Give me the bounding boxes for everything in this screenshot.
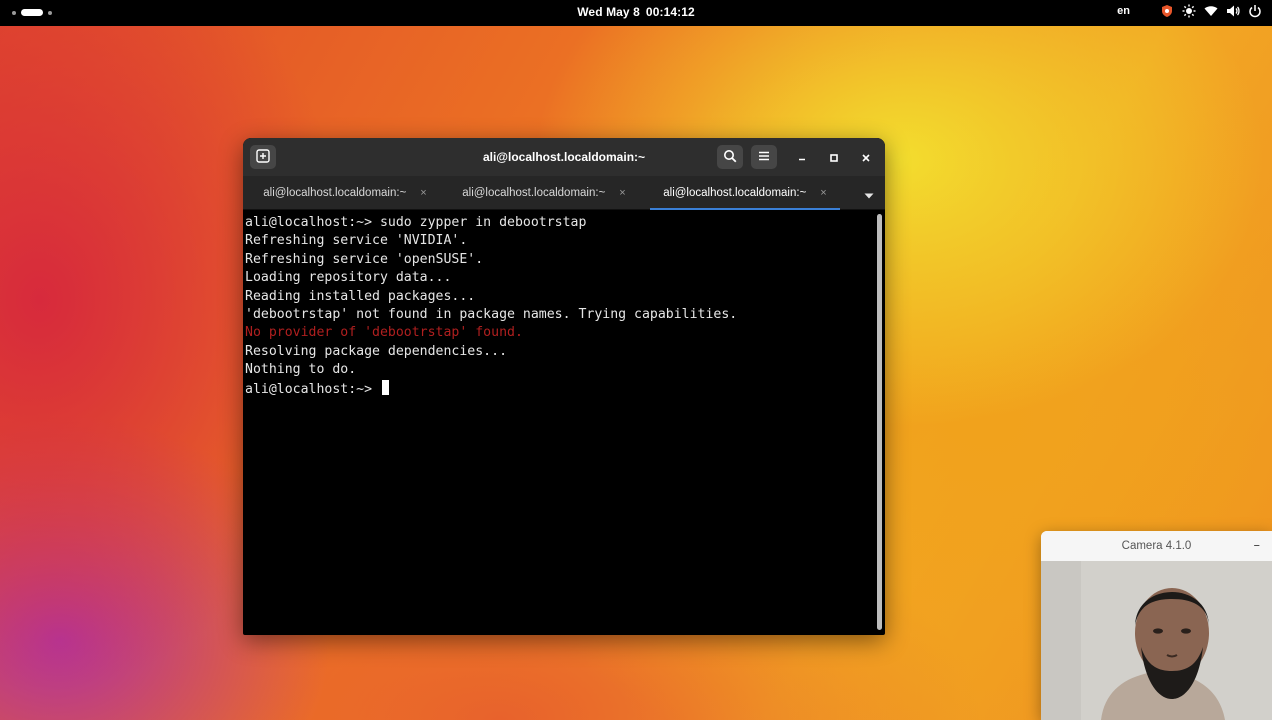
webcam-person-image — [1041, 561, 1272, 720]
terminal-prompt-line[interactable]: ali@localhost:~> — [245, 379, 883, 398]
terminal-window[interactable]: ali@localhost.localdomain:~ ali@localhos… — [243, 138, 885, 635]
terminal-line: Refreshing service 'openSUSE'. — [245, 251, 484, 267]
terminal-prompt: ali@localhost:~> — [245, 381, 380, 397]
tab-label: ali@localhost.localdomain:~ — [462, 187, 606, 199]
tab-label: ali@localhost.localdomain:~ — [263, 187, 407, 199]
brightness-icon[interactable] — [1182, 4, 1196, 18]
clock-time: 00:14:12 — [645, 5, 695, 19]
tab-bar: ali@localhost.localdomain:~ × ali@localh… — [243, 176, 885, 210]
terminal-tab[interactable]: ali@localhost.localdomain:~ × — [250, 176, 440, 210]
search-button[interactable] — [717, 145, 743, 169]
camera-feed — [1041, 561, 1272, 720]
terminal-line: Loading repository data... — [245, 270, 452, 286]
tab-close-icon[interactable]: × — [420, 187, 426, 199]
power-icon[interactable] — [1248, 4, 1262, 18]
camera-title: Camera 4.1.0 — [1041, 531, 1272, 561]
terminal-line: ali@localhost:~> sudo zypper in debootrs… — [245, 215, 587, 230]
terminal-tab-active[interactable]: ali@localhost.localdomain:~ × — [650, 176, 840, 210]
terminal-headerbar[interactable]: ali@localhost.localdomain:~ — [243, 138, 885, 176]
terminal-line: Refreshing service 'NVIDIA'. — [245, 233, 468, 249]
terminal-output[interactable]: ali@localhost:~> sudo zypper in debootrs… — [243, 210, 885, 635]
text-cursor — [381, 379, 389, 395]
keyboard-language[interactable]: en — [1117, 5, 1130, 17]
maximize-icon — [829, 148, 839, 167]
maximize-button[interactable] — [821, 145, 847, 169]
terminal-error-line: No provider of 'debootrstap' found. — [245, 325, 523, 341]
terminal-line: Nothing to do. — [245, 362, 357, 378]
minimize-icon — [797, 148, 807, 167]
minimize-button[interactable] — [789, 145, 815, 169]
search-icon — [723, 148, 737, 167]
terminal-scrollbar[interactable] — [877, 214, 882, 630]
camera-window[interactable]: Camera 4.1.0 – — [1041, 531, 1272, 720]
system-tray[interactable]: en — [1117, 4, 1262, 18]
terminal-line: 'debootrstap' not found in package names… — [245, 306, 738, 322]
close-button[interactable] — [853, 145, 879, 169]
clock-date: Wed May 8 — [577, 5, 640, 19]
hamburger-icon — [757, 148, 771, 167]
shield-icon[interactable] — [1160, 4, 1174, 18]
tab-label: ali@localhost.localdomain:~ — [663, 187, 807, 199]
terminal-line: Resolving package dependencies... — [245, 343, 508, 359]
volume-icon[interactable] — [1226, 4, 1240, 18]
tab-list-dropdown-icon[interactable] — [863, 187, 875, 206]
tab-close-icon[interactable]: × — [619, 187, 625, 199]
terminal-line: Reading installed packages... — [245, 288, 476, 304]
clock[interactable]: Wed May 8 00:14:12 — [0, 5, 1272, 19]
terminal-tab[interactable]: ali@localhost.localdomain:~ × — [449, 176, 639, 210]
close-icon — [861, 148, 871, 167]
camera-minimize-button[interactable]: – — [1254, 538, 1261, 553]
top-bar: Wed May 8 00:14:12 en — [0, 0, 1272, 26]
wifi-icon[interactable] — [1204, 4, 1218, 18]
tab-close-icon[interactable]: × — [820, 187, 826, 199]
menu-button[interactable] — [751, 145, 777, 169]
